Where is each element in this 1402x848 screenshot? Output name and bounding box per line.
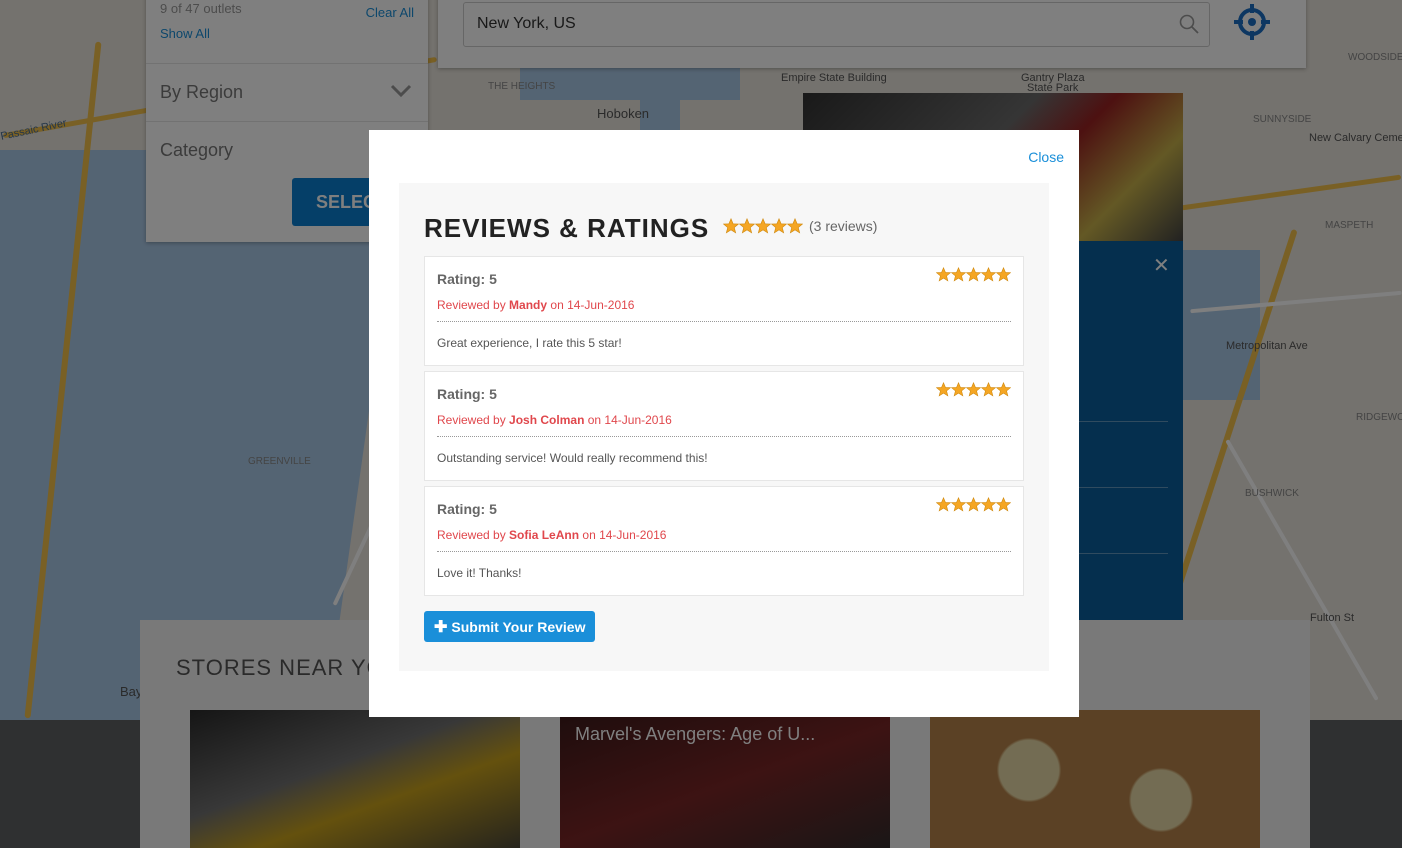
star-icon bbox=[951, 497, 966, 512]
review-rating: Rating: 5 bbox=[437, 501, 497, 517]
review-divider bbox=[437, 321, 1011, 322]
review-rating: Rating: 5 bbox=[437, 271, 497, 287]
star-icon bbox=[996, 382, 1011, 397]
review-date: on 14-Jun-2016 bbox=[547, 298, 635, 312]
star-icon bbox=[996, 497, 1011, 512]
review-byline: Reviewed by Josh Colman on 14-Jun-2016 bbox=[437, 413, 672, 427]
star-icon bbox=[981, 497, 996, 512]
star-icon bbox=[996, 267, 1011, 282]
star-icon bbox=[966, 267, 981, 282]
review-date: on 14-Jun-2016 bbox=[579, 528, 667, 542]
review-divider bbox=[437, 436, 1011, 437]
review-item: Rating: 5 Reviewed by Mandy on 14-Jun-20… bbox=[424, 256, 1024, 366]
star-icon bbox=[723, 218, 739, 234]
review-text: Great experience, I rate this 5 star! bbox=[437, 336, 622, 350]
review-rating: Rating: 5 bbox=[437, 386, 497, 402]
review-date: on 14-Jun-2016 bbox=[584, 413, 672, 427]
review-text: Outstanding service! Would really recomm… bbox=[437, 451, 708, 465]
review-stars bbox=[936, 267, 1011, 282]
star-icon bbox=[936, 382, 951, 397]
star-icon bbox=[771, 218, 787, 234]
review-stars bbox=[936, 497, 1011, 512]
submit-review-button[interactable]: ✚ Submit Your Review bbox=[424, 611, 596, 642]
review-byline: Reviewed by Sofia LeAnn on 14-Jun-2016 bbox=[437, 528, 666, 542]
star-icon bbox=[936, 267, 951, 282]
review-item: Rating: 5 Reviewed by Sofia LeAnn on 14-… bbox=[424, 486, 1024, 596]
reviews-modal: Close REVIEWS & RATINGS (3 reviews) Rati… bbox=[369, 130, 1079, 717]
submit-review-label: Submit Your Review bbox=[451, 618, 586, 635]
star-icon bbox=[981, 382, 996, 397]
overall-rating: (3 reviews) bbox=[723, 218, 877, 234]
reviewer-name: Josh Colman bbox=[509, 413, 585, 427]
star-icon bbox=[787, 218, 803, 234]
modal-title: REVIEWS & RATINGS bbox=[424, 213, 710, 243]
star-icon bbox=[936, 497, 951, 512]
reviewed-by-text: Reviewed by bbox=[437, 413, 510, 427]
reviewed-by-text: Reviewed by bbox=[437, 528, 510, 542]
reviews-container: REVIEWS & RATINGS (3 reviews) Rating: 5 … bbox=[399, 183, 1049, 671]
reviewed-by-text: Reviewed by bbox=[437, 298, 510, 312]
plus-icon: ✚ bbox=[434, 618, 448, 636]
star-icon bbox=[951, 267, 966, 282]
reviewer-name: Mandy bbox=[509, 298, 548, 312]
star-icon bbox=[981, 267, 996, 282]
review-divider bbox=[437, 551, 1011, 552]
review-stars bbox=[936, 382, 1011, 397]
star-icon bbox=[966, 382, 981, 397]
star-icon bbox=[951, 382, 966, 397]
star-icon bbox=[966, 497, 981, 512]
review-text: Love it! Thanks! bbox=[437, 566, 522, 580]
close-link[interactable]: Close bbox=[1028, 149, 1064, 165]
star-icon bbox=[755, 218, 771, 234]
review-count: (3 reviews) bbox=[809, 218, 878, 234]
review-byline: Reviewed by Mandy on 14-Jun-2016 bbox=[437, 298, 634, 312]
review-item: Rating: 5 Reviewed by Josh Colman on 14-… bbox=[424, 371, 1024, 481]
star-icon bbox=[739, 218, 755, 234]
overall-stars bbox=[723, 218, 803, 234]
reviewer-name: Sofia LeAnn bbox=[509, 528, 580, 542]
